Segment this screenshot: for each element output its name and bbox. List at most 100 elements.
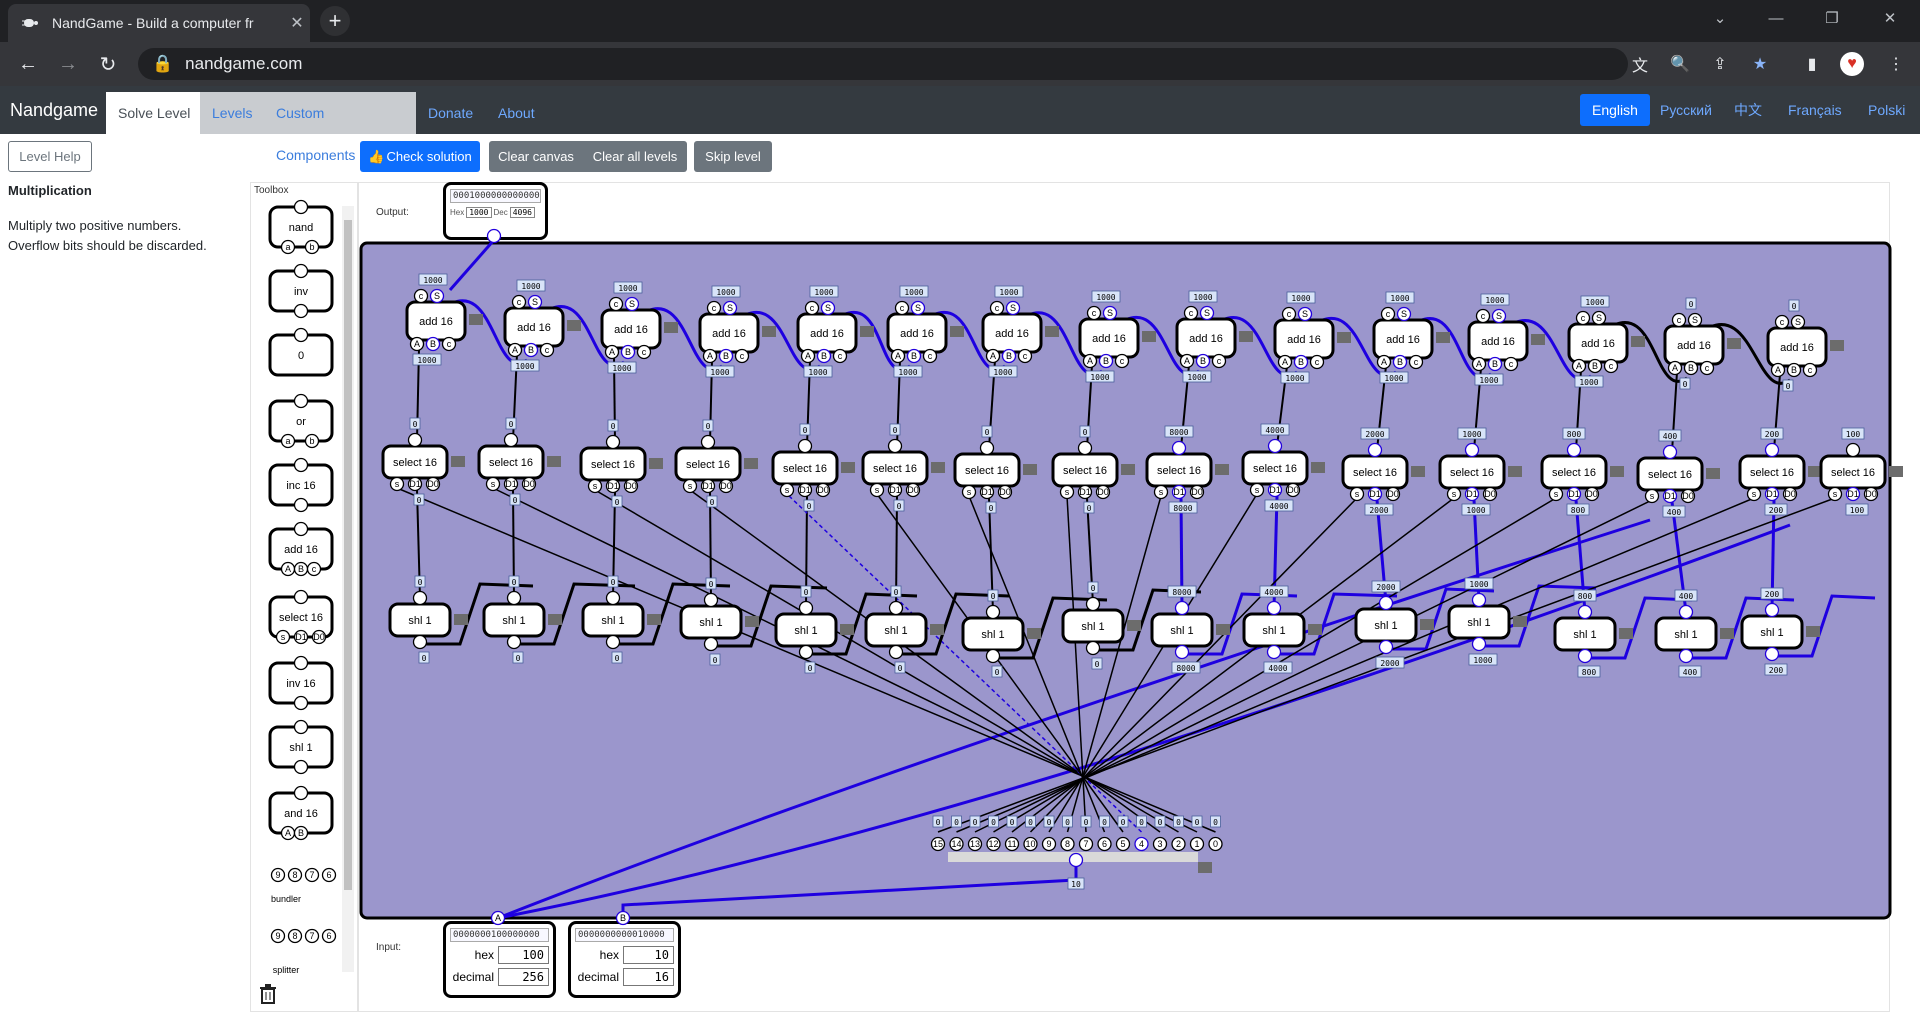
shl-0-in bbox=[412, 634, 428, 650]
shl-8-out-value: 8000 bbox=[1172, 588, 1191, 597]
adder-9-sum-value: 1000 bbox=[1291, 294, 1310, 303]
select-4-d0-label: D0 bbox=[817, 485, 829, 495]
select-3-d1-label: D1 bbox=[702, 481, 714, 491]
splitter-bit-5-value: 0 bbox=[1121, 818, 1126, 827]
adder-11-sum-value: 1000 bbox=[1485, 296, 1504, 305]
adder-12-b-label: B bbox=[1592, 361, 1598, 371]
splitter-bit-2-value: 0 bbox=[1176, 818, 1181, 827]
adder-14-menu-icon bbox=[1830, 340, 1844, 351]
adder-11-sum-label: S bbox=[1496, 311, 1502, 321]
select-0-d0-label: D0 bbox=[427, 479, 439, 489]
adder-10-menu-icon bbox=[1436, 332, 1450, 343]
adder-9-label: add 16 bbox=[1287, 334, 1321, 346]
adder-3-a-label: A bbox=[707, 351, 713, 361]
adder-2-label: add 16 bbox=[614, 324, 648, 336]
splitter-bit-0-value: 0 bbox=[1213, 818, 1218, 827]
adder-6-c-label: c bbox=[1023, 351, 1028, 361]
shl-9-out bbox=[1266, 600, 1282, 616]
adder-4-a-label: A bbox=[805, 351, 811, 361]
select-11-in-value: 1000 bbox=[1466, 506, 1485, 515]
shl-4-out bbox=[798, 600, 814, 616]
adder-11-a-label: A bbox=[1476, 359, 1482, 369]
adder-0-label: add 16 bbox=[419, 316, 453, 328]
adder-10-a-value: 1000 bbox=[1384, 374, 1403, 383]
select-13-d1-label: D1 bbox=[1664, 491, 1676, 501]
shl-7-out bbox=[1085, 596, 1101, 612]
select-0-menu-icon bbox=[451, 456, 465, 467]
adder-12-c-label: c bbox=[1609, 361, 1614, 371]
adder-2-sum-value: 1000 bbox=[618, 284, 637, 293]
select-2-out bbox=[605, 434, 621, 450]
select-8-d1-label: D1 bbox=[1173, 487, 1185, 497]
select-11-label: select 16 bbox=[1450, 467, 1494, 479]
shl-11-menu-icon bbox=[1513, 616, 1527, 627]
select-2-d0-label: D0 bbox=[625, 481, 637, 491]
shl-1-menu-icon bbox=[548, 614, 562, 625]
adder-8-label: add 16 bbox=[1189, 333, 1223, 345]
shl-9-in-value: 4000 bbox=[1268, 664, 1287, 673]
adder-5-a-value: 1000 bbox=[898, 368, 917, 377]
shl-7-in-value: 0 bbox=[1095, 660, 1100, 669]
adder-14-label: add 16 bbox=[1780, 342, 1814, 354]
select-0-d1-label: D1 bbox=[409, 479, 421, 489]
shl-12-label: shl 1 bbox=[1573, 629, 1596, 641]
select-1-out bbox=[503, 432, 519, 448]
adder-1-carry-out-label: c bbox=[517, 297, 522, 307]
select-6-out-value: 0 bbox=[985, 428, 990, 437]
adder-8-a-label: A bbox=[1184, 356, 1190, 366]
select-0-out bbox=[407, 432, 423, 448]
shl-12-out bbox=[1577, 604, 1593, 620]
splitter-bit-1-label: 1 bbox=[1194, 839, 1199, 849]
select-5-out-value: 0 bbox=[893, 426, 898, 435]
adder-13-carry-out-label: c bbox=[1677, 315, 1682, 325]
select-10-d0-label: D0 bbox=[1387, 489, 1399, 499]
select-15-in-value: 100 bbox=[1850, 506, 1865, 515]
shl-0-out bbox=[412, 590, 428, 606]
select-2-d1-label: D1 bbox=[607, 481, 619, 491]
shl-12-in bbox=[1577, 648, 1593, 664]
select-13-out bbox=[1662, 444, 1678, 460]
select-6-out bbox=[979, 440, 995, 456]
splitter-bit-13-label: 13 bbox=[970, 839, 980, 849]
select-14-d0-label: D0 bbox=[1784, 489, 1796, 499]
shl-8-in bbox=[1174, 644, 1190, 660]
adder-7-sum-value: 1000 bbox=[1096, 293, 1115, 302]
adder-8-sum-value: 1000 bbox=[1193, 293, 1212, 302]
select-7-d1-label: D1 bbox=[1079, 487, 1091, 497]
select-14-s-label: s bbox=[1752, 489, 1757, 499]
shl-1-in-value: 0 bbox=[516, 654, 521, 663]
adder-9-menu-icon bbox=[1337, 332, 1351, 343]
adder-3-b-label: B bbox=[723, 351, 729, 361]
select-3-out-value: 0 bbox=[706, 422, 711, 431]
select-10-out bbox=[1367, 442, 1383, 458]
select-10-in-value: 2000 bbox=[1369, 506, 1388, 515]
select-15-d0-label: D0 bbox=[1865, 489, 1877, 499]
select-14-out bbox=[1764, 442, 1780, 458]
shl-5-in bbox=[888, 644, 904, 660]
adder-1-menu-icon bbox=[567, 320, 581, 331]
adder-7-c-label: c bbox=[1120, 356, 1125, 366]
shl-12-in-value: 800 bbox=[1582, 668, 1597, 677]
adder-4-sum-value: 1000 bbox=[814, 288, 833, 297]
shl-7-in bbox=[1085, 640, 1101, 656]
shl-10-out-value: 2000 bbox=[1376, 583, 1395, 592]
select-8-menu-icon bbox=[1215, 464, 1229, 475]
splitter-bit-4-value: 0 bbox=[1139, 818, 1144, 827]
shl-12-out-value: 800 bbox=[1578, 592, 1593, 601]
shl-7-label: shl 1 bbox=[1081, 621, 1104, 633]
circuit-diagram[interactable]: add 16c SA Bc10001000add 16c SA Bc10001000ad… bbox=[0, 0, 1920, 1020]
shl-2-menu-icon bbox=[647, 614, 661, 625]
select-15-d1-label: D1 bbox=[1847, 489, 1859, 499]
adder-13-sum-value: 0 bbox=[1689, 300, 1694, 309]
shl-14-menu-icon bbox=[1806, 626, 1820, 637]
select-13-menu-icon bbox=[1706, 468, 1720, 479]
splitter-bit-4-label: 4 bbox=[1139, 839, 1144, 849]
select-15-menu-icon bbox=[1889, 466, 1903, 477]
select-5-d1-label: D1 bbox=[889, 485, 901, 495]
select-2-in-value: 0 bbox=[615, 498, 620, 507]
select-14-out-value: 200 bbox=[1765, 430, 1780, 439]
shl-1-label: shl 1 bbox=[502, 615, 525, 627]
adder-9-a-label: A bbox=[1282, 357, 1288, 367]
adder-10-sum-value: 1000 bbox=[1390, 294, 1409, 303]
shl-2-in-value: 0 bbox=[615, 654, 620, 663]
